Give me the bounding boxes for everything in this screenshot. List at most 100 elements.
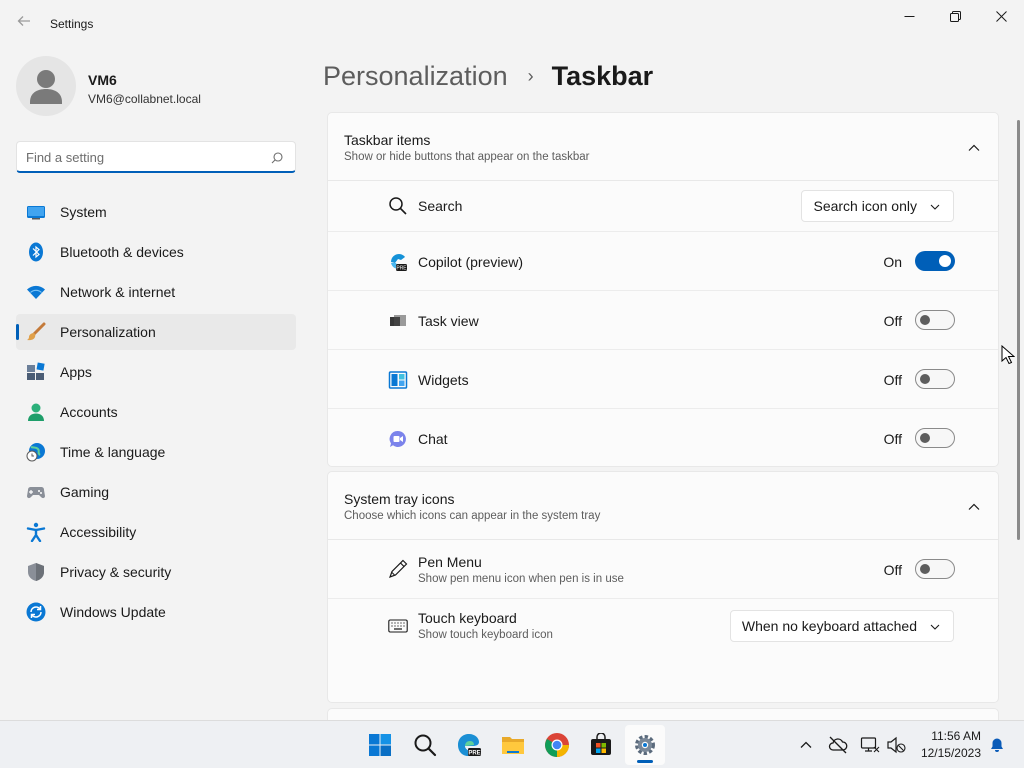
wifi-icon <box>26 282 46 302</box>
copilot-toggle[interactable] <box>915 251 955 271</box>
chat-icon <box>388 429 408 449</box>
search-icon[interactable] <box>271 151 283 164</box>
breadcrumb-parent[interactable]: Personalization <box>323 61 508 92</box>
settings-icon <box>635 735 655 755</box>
copilot-setting-row: PRE Copilot (preview) On <box>328 232 998 291</box>
row-label: Chat <box>418 431 448 447</box>
clock-date[interactable]: 12/15/2023 <box>921 746 981 760</box>
minimize-button[interactable] <box>886 4 932 28</box>
row-sublabel: Show touch keyboard icon <box>418 629 553 641</box>
toggle-state-label: Off <box>883 313 902 329</box>
sidebar-item-label: Accessibility <box>60 524 137 540</box>
avatar[interactable] <box>16 56 76 116</box>
sidebar-item-accounts[interactable]: Accounts <box>16 394 296 430</box>
search-input[interactable] <box>26 147 256 167</box>
sidebar-item-label: Gaming <box>60 484 110 500</box>
close-button[interactable] <box>978 4 1024 28</box>
sidebar-item-label: System <box>60 204 107 220</box>
section-title: Taskbar items <box>344 132 431 148</box>
section-subtitle: Choose which icons can appear in the sys… <box>344 510 601 522</box>
search-setting-row: Search Search icon only <box>328 181 998 232</box>
edge-preview-icon: PRE <box>458 734 481 756</box>
pen-menu-toggle[interactable] <box>915 559 955 579</box>
chevron-up-icon[interactable] <box>968 500 980 512</box>
apps-icon <box>26 362 46 382</box>
sidebar-nav: System Bluetooth & devices Network & int… <box>16 194 296 634</box>
sidebar-item-windows-update[interactable]: Windows Update <box>16 594 296 630</box>
dropdown-value: Search icon only <box>813 198 917 214</box>
sidebar-item-apps[interactable]: Apps <box>16 354 296 390</box>
gamepad-icon <box>26 482 46 502</box>
sidebar-item-label: Accounts <box>60 404 118 420</box>
task-view-toggle[interactable] <box>915 310 955 330</box>
volume-tray-button[interactable] <box>886 735 906 755</box>
taskbar-file-explorer[interactable] <box>493 725 533 765</box>
chevron-up-icon[interactable] <box>968 141 980 153</box>
taskbar-store[interactable] <box>581 725 621 765</box>
row-label: Task view <box>418 313 479 329</box>
bell-icon <box>991 738 1003 752</box>
copilot-icon: PRE <box>388 252 408 272</box>
accessibility-icon <box>26 522 46 543</box>
store-icon <box>591 733 611 755</box>
sidebar-item-accessibility[interactable]: Accessibility <box>16 514 296 550</box>
sidebar-item-bluetooth[interactable]: Bluetooth & devices <box>16 234 296 270</box>
widgets-icon <box>388 370 408 390</box>
touch-keyboard-setting-row: Touch keyboard Show touch keyboard icon … <box>328 599 998 653</box>
sidebar-item-personalization[interactable]: Personalization <box>16 314 296 350</box>
toggle-state-label: Off <box>883 372 902 388</box>
clock-time[interactable]: 11:56 AM <box>931 729 981 743</box>
taskbar-search-icon <box>414 734 437 757</box>
chevron-down-icon <box>930 624 940 630</box>
taskbar-search-button[interactable] <box>405 725 445 765</box>
minimize-icon <box>904 15 914 17</box>
show-hidden-icons-button[interactable] <box>796 735 816 755</box>
sidebar-item-label: Bluetooth & devices <box>60 244 184 260</box>
task-view-icon <box>388 311 408 331</box>
row-label: Search <box>418 198 463 214</box>
back-button[interactable] <box>14 14 34 34</box>
scrollbar[interactable] <box>1017 120 1020 540</box>
taskbar-settings[interactable] <box>625 725 665 765</box>
back-arrow-icon <box>17 16 30 26</box>
accounts-icon <box>26 402 46 422</box>
taskbar-items-header[interactable]: Taskbar items Show or hide buttons that … <box>328 113 998 181</box>
widgets-setting-row: Widgets Off <box>328 350 998 409</box>
notification-button[interactable] <box>987 735 1007 755</box>
onedrive-tray-button[interactable] <box>828 735 848 755</box>
network-tray-button[interactable] <box>860 735 880 755</box>
chevron-up-icon <box>800 741 812 748</box>
toggle-state-label: On <box>883 254 902 270</box>
breadcrumb: Personalization › Taskbar <box>323 58 653 94</box>
maximize-button[interactable] <box>932 4 978 28</box>
mouse-cursor-icon <box>1001 345 1015 365</box>
search-mode-dropdown[interactable]: Search icon only <box>801 190 954 222</box>
dropdown-value: When no keyboard attached <box>741 618 917 634</box>
network-icon <box>860 737 880 753</box>
chevron-down-icon <box>930 204 940 210</box>
taskbar-edge-preview[interactable]: PRE <box>449 725 489 765</box>
sidebar-item-network[interactable]: Network & internet <box>16 274 296 310</box>
taskbar-chrome[interactable] <box>537 725 577 765</box>
widgets-toggle[interactable] <box>915 369 955 389</box>
update-icon <box>26 602 46 622</box>
row-label: Widgets <box>418 372 469 388</box>
touch-keyboard-dropdown[interactable]: When no keyboard attached <box>729 610 954 642</box>
toggle-knob <box>920 564 930 574</box>
settings-search-box[interactable] <box>16 141 296 173</box>
sidebar-item-system[interactable]: System <box>16 194 296 230</box>
start-button[interactable] <box>360 725 400 765</box>
restore-icon <box>949 10 961 22</box>
taskbar: PRE 11:56 AM 12/15/2023 <box>0 720 1024 768</box>
chat-toggle[interactable] <box>915 428 955 448</box>
sidebar-item-gaming[interactable]: Gaming <box>16 474 296 510</box>
system-tray-header[interactable]: System tray icons Choose which icons can… <box>328 472 998 540</box>
shield-icon <box>26 562 46 582</box>
section-title: System tray icons <box>344 491 455 507</box>
onedrive-offline-icon <box>828 736 848 754</box>
sidebar-item-privacy[interactable]: Privacy & security <box>16 554 296 590</box>
sidebar-item-time-language[interactable]: Time & language <box>16 434 296 470</box>
page-title: Taskbar <box>551 60 654 91</box>
chrome-icon <box>545 733 569 757</box>
breadcrumb-separator: › <box>527 65 534 86</box>
